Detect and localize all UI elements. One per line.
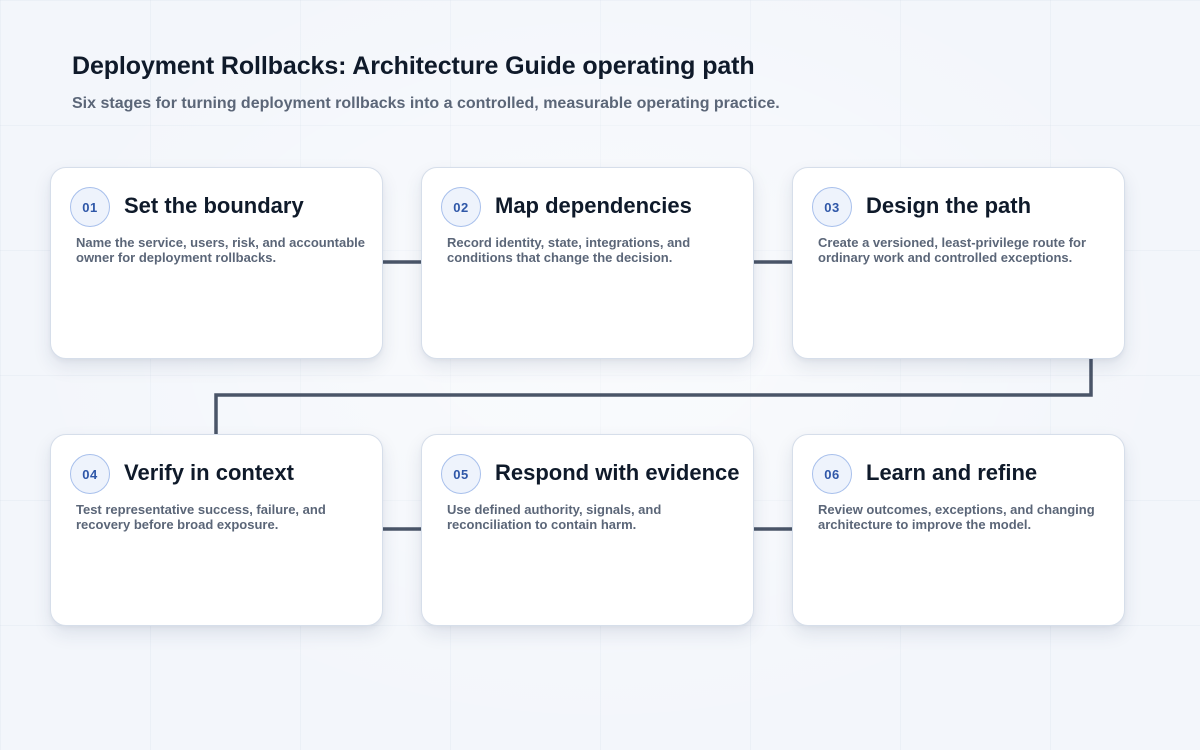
stage-number-badge: 02 bbox=[441, 187, 481, 227]
stage-number-badge: 06 bbox=[812, 454, 852, 494]
stage-card-03: 03 Design the path Create a versioned, l… bbox=[792, 167, 1125, 359]
connector-03-04 bbox=[214, 358, 1093, 434]
stage-card-02: 02 Map dependencies Record identity, sta… bbox=[421, 167, 754, 359]
stage-title: Set the boundary bbox=[124, 193, 304, 218]
stage-number-badge: 01 bbox=[70, 187, 110, 227]
stage-title: Verify in context bbox=[124, 460, 294, 485]
stage-card-04: 04 Verify in context Test representative… bbox=[50, 434, 383, 626]
stage-card-01: 01 Set the boundary Name the service, us… bbox=[50, 167, 383, 359]
stage-description: Use defined authority, signals, and reco… bbox=[447, 502, 662, 532]
stage-description: Create a versioned, least-privilege rout… bbox=[818, 235, 1087, 265]
stage-description: Name the service, users, risk, and accou… bbox=[76, 235, 366, 265]
page-subtitle: Six stages for turning deployment rollba… bbox=[72, 95, 780, 112]
stage-description: Review outcomes, exceptions, and changin… bbox=[818, 502, 1095, 532]
stage-card-06: 06 Learn and refine Review outcomes, exc… bbox=[792, 434, 1125, 626]
stage-title: Map dependencies bbox=[495, 193, 692, 218]
stage-title: Learn and refine bbox=[866, 460, 1038, 485]
stage-card-05: 05 Respond with evidence Use defined aut… bbox=[421, 434, 754, 626]
stage-number-badge: 03 bbox=[812, 187, 852, 227]
stage-number-badge: 05 bbox=[441, 454, 481, 494]
stage-title: Design the path bbox=[866, 193, 1032, 218]
stage-title: Respond with evidence bbox=[495, 460, 740, 485]
page-title: Deployment Rollbacks: Architecture Guide… bbox=[72, 52, 755, 80]
stage-description: Record identity, state, integrations, an… bbox=[447, 235, 691, 265]
stage-number-badge: 04 bbox=[70, 454, 110, 494]
stage-description: Test representative success, failure, an… bbox=[76, 502, 326, 532]
